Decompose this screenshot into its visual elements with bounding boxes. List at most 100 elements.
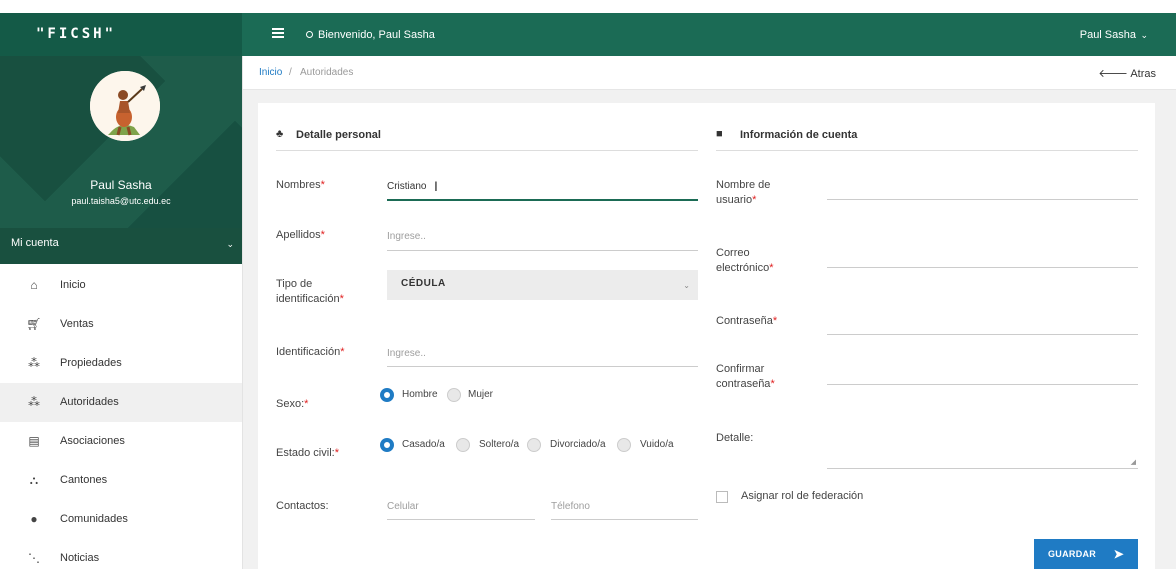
estado-divorciado-label: Divorciado/a — [550, 439, 606, 450]
estado-casado-radio[interactable] — [380, 438, 394, 452]
chevron-down-icon: ⌄ — [683, 281, 690, 290]
chevron-down-icon: ⌄ — [226, 239, 234, 249]
resize-handle-icon[interactable]: ◢ — [1131, 458, 1136, 466]
sidebar-item-label: Propiedades — [60, 357, 122, 369]
estado-casado-label: Casado/a — [402, 439, 445, 450]
sexo-mujer-label: Mujer — [468, 389, 494, 400]
back-button[interactable]: 🡐 Atras — [1098, 66, 1156, 80]
text-cursor-icon: I — [434, 178, 438, 194]
sidebar-item-noticias[interactable]: ⋱ Noticias — [0, 539, 242, 578]
sidebar-item-label: Ventas — [60, 318, 94, 330]
sexo-hombre-label: Hombre — [402, 389, 438, 400]
sexo-label: Sexo:* — [276, 398, 309, 410]
save-button-label: GUARDAR — [1048, 549, 1097, 559]
correo-field[interactable] — [827, 267, 1138, 268]
profile-panel: Paul Sasha paul.taisha5@utc.edu.ec Mi cu… — [0, 56, 242, 264]
tipo-selected-value: CÉDULA — [401, 278, 446, 289]
apellidos-field[interactable]: Ingrese.. — [387, 231, 426, 242]
breadcrumb-home-link[interactable]: Inicio — [259, 67, 282, 78]
confirmar-field[interactable] — [827, 384, 1138, 385]
apellidos-label: Apellidos* — [276, 229, 325, 241]
contrasena-field[interactable] — [827, 334, 1138, 335]
app-brand[interactable]: "FICSH" — [0, 13, 242, 56]
sidebar-item-ventas[interactable]: 🛒︎ Ventas — [0, 305, 242, 344]
account-section-title: Información de cuenta — [740, 129, 858, 141]
nombres-label: Nombres* — [276, 179, 325, 191]
federacion-label: Asignar rol de federación — [741, 490, 864, 502]
sidebar-item-label: Noticias — [60, 552, 100, 564]
sidebar-item-autoridades[interactable]: ⁂ Autoridades — [0, 383, 242, 422]
sidebar-item-label: Autoridades — [60, 396, 119, 408]
identificacion-label: Identificación* — [276, 346, 345, 358]
federacion-checkbox[interactable] — [716, 491, 728, 503]
personal-section-title: Detalle personal — [296, 129, 381, 141]
map-pin-icon: ● — [30, 512, 38, 526]
sidebar-item-asociaciones[interactable]: ▤ Asociaciones — [0, 422, 242, 461]
account-menu-toggle[interactable]: Mi cuenta ⌄ — [0, 228, 242, 264]
telefono-underline — [551, 519, 698, 520]
cart-icon: 🛒︎ — [26, 317, 42, 331]
estado-soltero-radio[interactable] — [456, 438, 470, 452]
apellidos-underline — [387, 250, 698, 251]
sidebar-item-cantones[interactable]: ⛬ Cantones — [0, 461, 242, 500]
nombres-underline — [387, 199, 698, 201]
truck-icon: ■ — [716, 128, 723, 140]
contactos-label: Contactos: — [276, 500, 329, 512]
breadcrumb: Inicio / Autoridades 🡐 Atras — [243, 56, 1176, 90]
home-icon: ⌂ — [30, 278, 38, 292]
form-card — [258, 103, 1155, 569]
celular-underline — [387, 519, 535, 520]
sidebar-item-comunidades[interactable]: ● Comunidades — [0, 500, 242, 539]
contrasena-label: Contraseña* — [716, 315, 778, 327]
estado-soltero-label: Soltero/a — [479, 439, 520, 450]
arrow-left-icon: 🡐 — [1098, 68, 1128, 80]
sidebar-item-label: Asociaciones — [60, 435, 125, 447]
breadcrumb-separator: / — [289, 67, 292, 78]
sidebar-item-inicio[interactable]: ⌂ Inicio — [0, 266, 242, 305]
person-icon: ♣ — [276, 128, 284, 140]
sexo-mujer-radio[interactable] — [447, 388, 461, 402]
estado-divorciado-radio[interactable] — [527, 438, 541, 452]
estado-civil-label: Estado civil:* — [276, 447, 339, 459]
profile-name: Paul Sasha — [90, 178, 152, 192]
menu-toggle-icon[interactable] — [272, 28, 284, 38]
sidebar-item-propiedades[interactable]: ⁂ Propiedades — [0, 344, 242, 383]
sexo-hombre-radio[interactable] — [380, 388, 394, 402]
tipo-label: Tipo de identificación* — [276, 278, 344, 305]
sidebar-item-label: Inicio — [60, 279, 86, 291]
estado-viudo-radio[interactable] — [617, 438, 631, 452]
nombres-field[interactable]: Cristiano — [387, 181, 426, 192]
send-icon: ➤ — [1113, 547, 1124, 561]
detalle-label: Detalle: — [716, 432, 754, 444]
user-menu[interactable]: Paul Sasha — [1080, 29, 1136, 41]
sidebar-item-label: Cantones — [60, 474, 108, 486]
section-divider — [276, 150, 698, 151]
avatar — [90, 71, 160, 141]
back-label: Atras — [1130, 68, 1156, 80]
confirmar-label: Confirmar contraseña* — [716, 363, 775, 390]
usuario-label: Nombre de usuario* — [716, 179, 771, 206]
celular-field[interactable]: Celular — [387, 501, 419, 512]
account-menu-label: Mi cuenta — [11, 237, 59, 249]
telefono-field[interactable]: Télefono — [551, 501, 590, 512]
welcome-text: Bienvenido, Paul Sasha — [318, 29, 435, 41]
section-divider — [716, 150, 1138, 151]
estado-viudo-label: Vuido/a — [640, 439, 674, 450]
users-icon: ⁂ — [28, 356, 40, 370]
identificacion-underline — [387, 366, 698, 367]
group-icon: ⛬ — [29, 473, 39, 487]
correo-label: Correo electrónico* — [716, 247, 774, 274]
save-button[interactable]: GUARDAR ➤ — [1034, 539, 1138, 569]
chevron-down-icon[interactable]: ⌄ — [1140, 30, 1148, 41]
usuario-field[interactable] — [827, 199, 1138, 200]
sidebar: Paul Sasha paul.taisha5@utc.edu.ec Mi cu… — [0, 56, 243, 569]
identificacion-field[interactable]: Ingrese.. — [387, 348, 426, 359]
circle-icon — [306, 31, 313, 38]
sidebar-menu: ⌂ Inicio 🛒︎ Ventas ⁂ Propiedades ⁂ Autor… — [0, 266, 242, 578]
breadcrumb-current: Autoridades — [300, 67, 354, 78]
tipo-identificacion-select[interactable]: CÉDULA ⌄ — [387, 270, 698, 300]
users-icon: ⁂ — [28, 395, 40, 409]
detalle-textarea[interactable]: ◢ — [827, 440, 1138, 469]
rss-icon: ⋱ — [28, 551, 40, 565]
profile-email: paul.taisha5@utc.edu.ec — [71, 196, 171, 206]
